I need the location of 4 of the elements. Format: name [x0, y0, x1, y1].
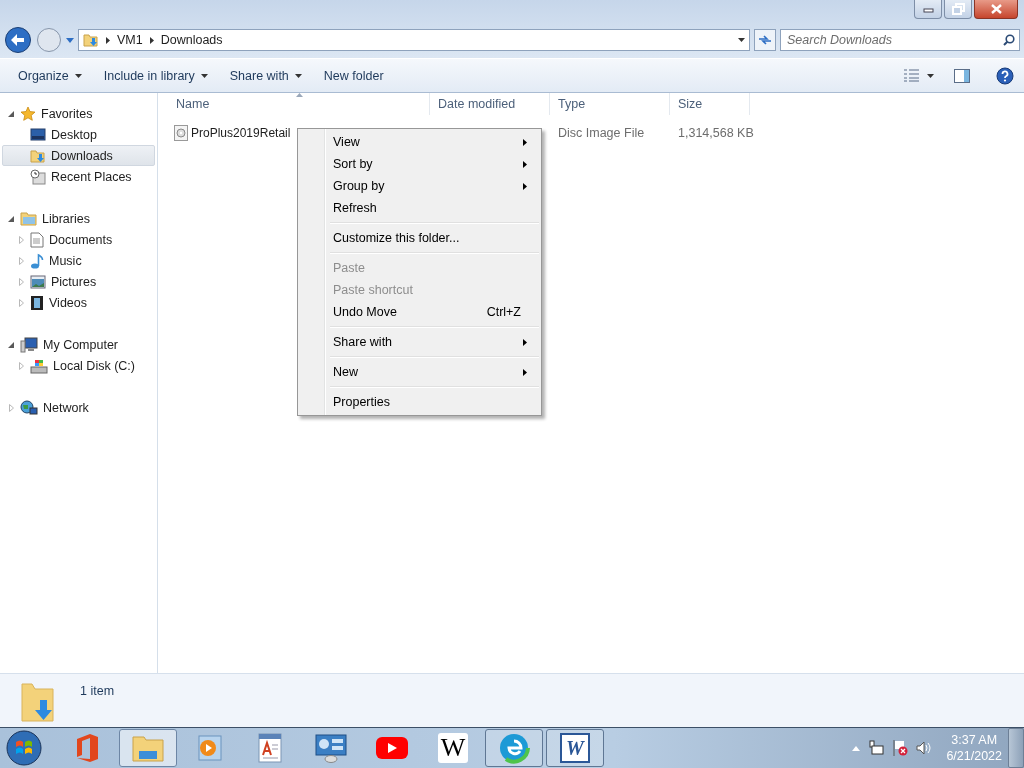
item-count: 1 item	[80, 684, 115, 698]
word-logo-icon: W	[560, 733, 590, 763]
wiki-logo-icon: W	[438, 733, 468, 763]
file-type: Disc Image File	[557, 126, 646, 140]
